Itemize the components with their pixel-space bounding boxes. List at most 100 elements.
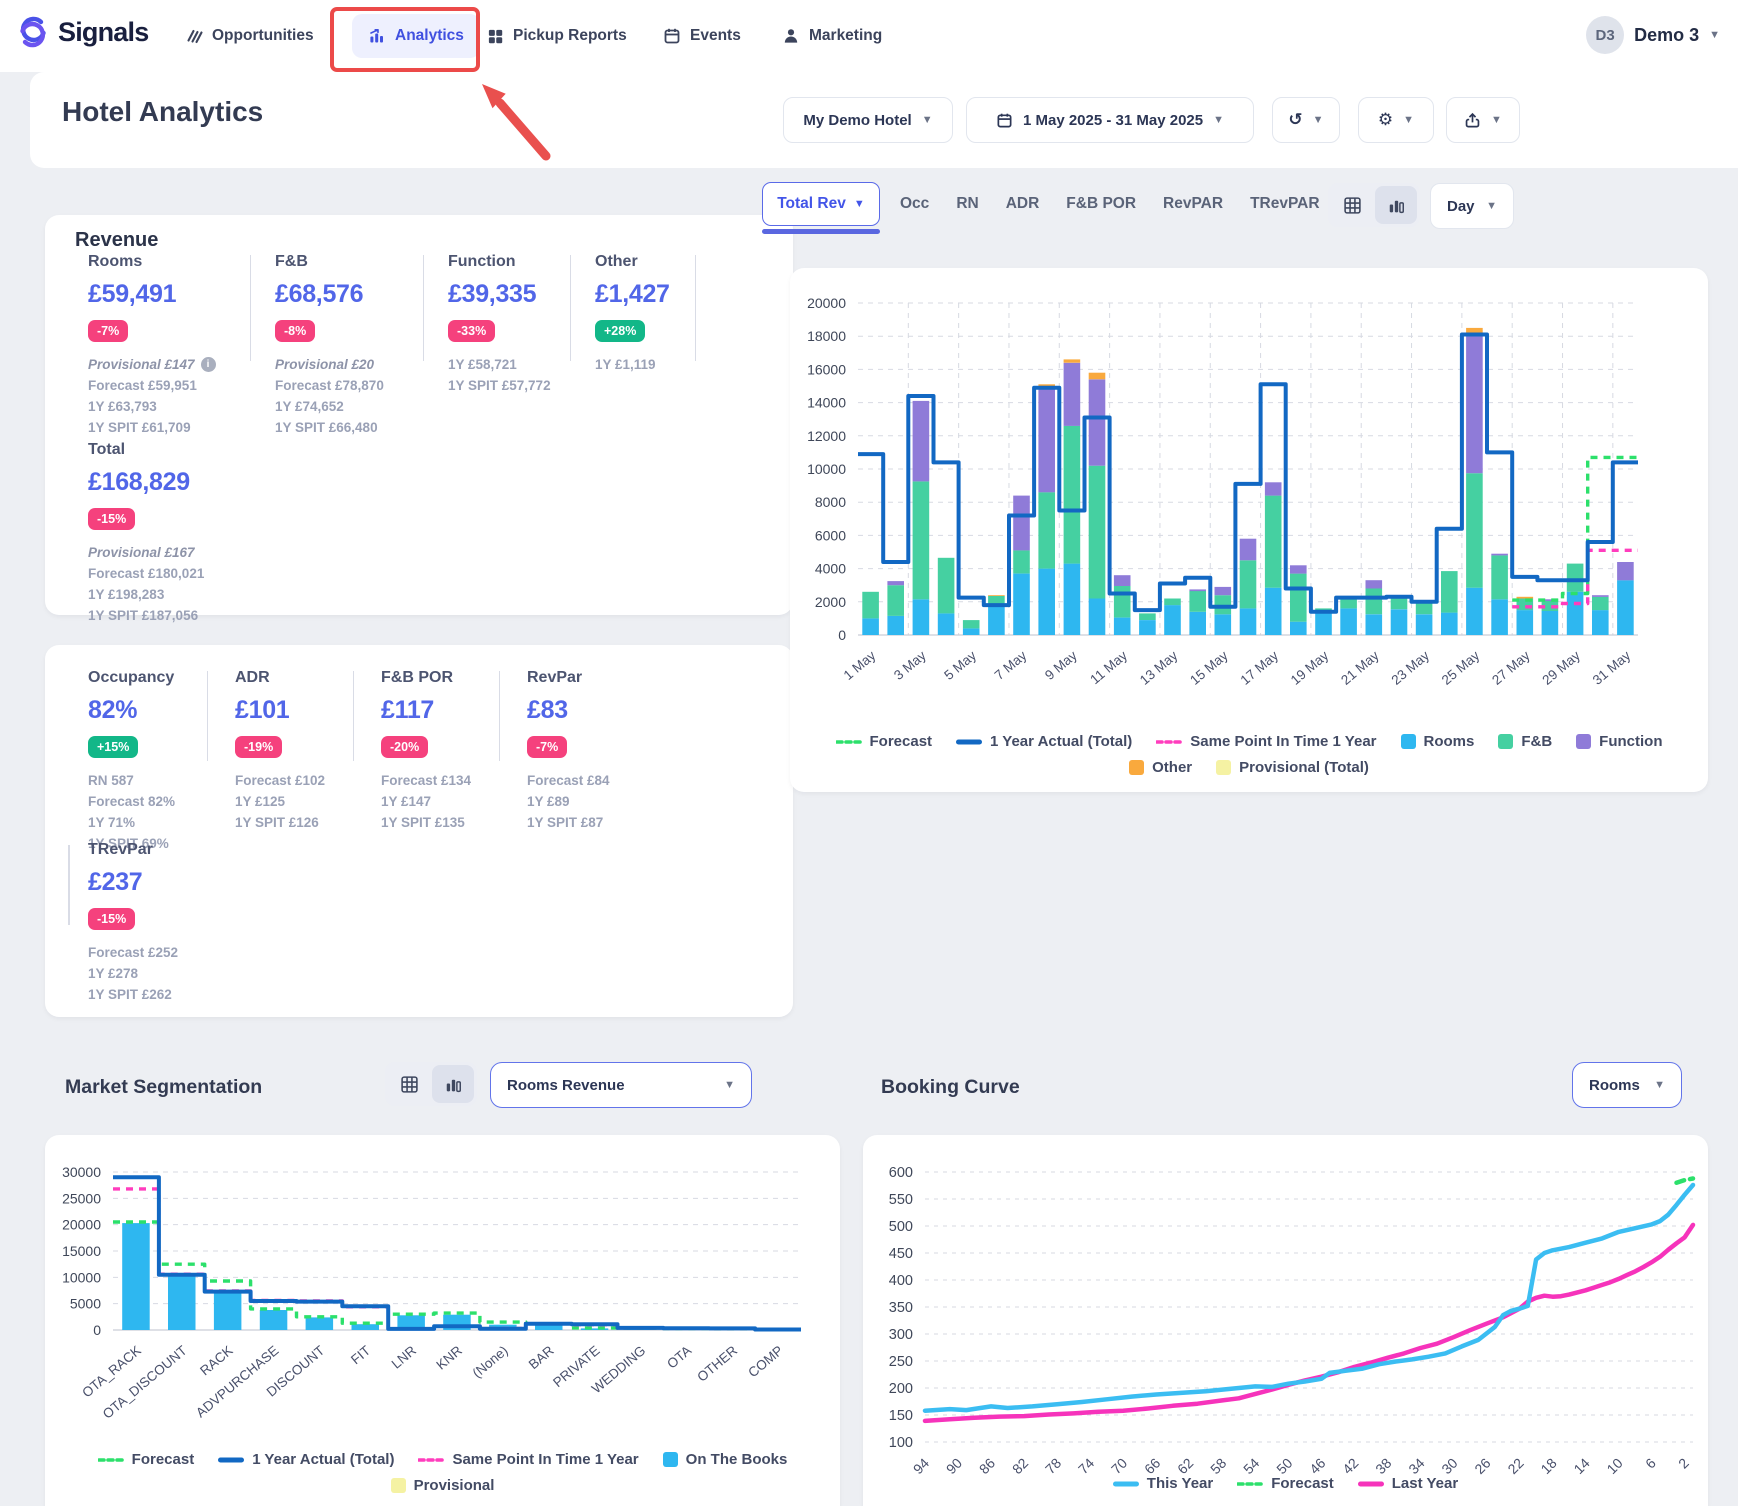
metric-subline-text: Provisional £147 [88,354,195,375]
metric-subline-text: 1Y £63,793 [88,396,157,417]
nav-item-events[interactable]: Events [663,14,741,58]
nav-item-opportunities[interactable]: Opportunities [185,14,314,58]
legend-label: 1 Year Actual (Total) [252,1451,394,1468]
nav-item-analytics[interactable]: Analytics [352,14,480,58]
svg-text:21 May: 21 May [1338,648,1382,688]
metric-value: £101 [235,696,381,725]
metric-value: £237 [88,868,388,897]
tab-f-b-por[interactable]: F&B POR [1066,195,1136,213]
legend-item-other[interactable]: Other [1129,759,1192,776]
legend-item-provisional-total[interactable]: Provisional (Total) [1216,759,1369,776]
metric-total: Total£168,829-15%Provisional £167Forecas… [88,441,388,626]
metric-subline-text: RN 587 [88,770,134,791]
svg-text:300: 300 [889,1327,913,1343]
date-range-label: 1 May 2025 - 31 May 2025 [1023,112,1203,129]
hotel-selector[interactable]: My Demo Hotel ▼ [783,97,953,143]
legend-swatch [1401,734,1416,749]
metric-subline: Forecast £252 [88,942,388,963]
legend-item-forecast[interactable]: Forecast [98,1451,195,1468]
bar-chart-icon [444,1075,463,1094]
metric-label: F&B [275,253,448,271]
metric-subline: 1Y SPIT £57,772 [448,375,595,396]
tab-adr[interactable]: ADR [1006,195,1040,213]
date-range-picker[interactable]: 1 May 2025 - 31 May 2025 ▼ [966,97,1254,143]
legend-item-last-year[interactable]: Last Year [1358,1475,1458,1492]
metric-subline: Provisional £147i [88,354,275,375]
legend-item-this-year[interactable]: This Year [1113,1475,1213,1492]
svg-text:16000: 16000 [807,361,846,377]
svg-text:90: 90 [943,1455,965,1477]
top-nav: Signals D3 Demo 3 ▼ Opportunities Analyti… [0,0,1738,72]
legend-item-function[interactable]: Function [1576,733,1662,750]
legend-item-provisional[interactable]: Provisional [391,1477,495,1494]
svg-text:9 May: 9 May [1042,648,1080,683]
chevron-down-icon: ▼ [1491,114,1502,126]
svg-text:0: 0 [93,1322,101,1338]
settings-button[interactable]: ⚙ ▼ [1358,97,1434,143]
legend-item-forecast[interactable]: Forecast [836,733,933,750]
legend-label: Provisional [414,1477,495,1494]
svg-text:RACK: RACK [197,1343,235,1379]
chart-view-button[interactable] [1375,186,1417,224]
metric-subline-text: 1Y £1,119 [595,354,656,375]
svg-text:13 May: 13 May [1137,648,1181,688]
metric-subline: Forecast £134 [381,770,527,791]
metric-rooms: Rooms£59,491-7%Provisional £147iForecast… [88,253,275,438]
main-chart-legend: Forecast 1 Year Actual (Total) Same Point … [790,733,1708,776]
metric-value: £68,576 [275,280,448,309]
tab-revpar[interactable]: RevPAR [1163,195,1223,213]
user-menu[interactable]: D3 Demo 3 ▼ [1586,16,1720,54]
svg-text:FIT: FIT [348,1343,373,1368]
tab-occ[interactable]: Occ [900,195,929,213]
legend-item-forecast[interactable]: Forecast [1237,1475,1334,1492]
legend-item-on-the-books[interactable]: On The Books [663,1451,788,1468]
nav-item-marketing[interactable]: Marketing [782,14,882,58]
metric-subline: Forecast £59,951 [88,375,275,396]
svg-text:26: 26 [1471,1455,1493,1477]
brand-name: Signals [58,17,148,48]
booking-metric-selector[interactable]: Rooms ▼ [1572,1062,1682,1108]
svg-text:18: 18 [1537,1455,1559,1477]
delta-badge: +28% [595,320,645,342]
svg-text:10000: 10000 [62,1269,101,1285]
svg-text:62: 62 [1174,1455,1196,1477]
metric-subline-text: 1Y £147 [381,791,431,812]
metric-adr: ADR£101-19%Forecast £1021Y £1251Y SPIT £… [235,669,381,854]
nav-item-pickup-reports[interactable]: Pickup Reports [487,14,627,58]
metric-subline-text: Forecast £59,951 [88,375,197,396]
period-selector[interactable]: Day ▼ [1430,183,1514,229]
brand-logo[interactable]: Signals [16,15,148,49]
legend-item-1-year-actual-total[interactable]: 1 Year Actual (Total) [218,1451,394,1468]
delta-badge: -7% [527,736,567,758]
total-rev-chart[interactable]: 0200040006000800010000120001400016000180… [790,268,1708,792]
metric-value: £168,829 [88,468,388,497]
legend-item-f-b[interactable]: F&B [1498,733,1552,750]
tab-trevpar[interactable]: TRevPAR [1250,195,1319,213]
legend-swatch [1129,760,1144,775]
legend-label: Provisional (Total) [1239,759,1369,776]
metric-value: £83 [527,696,677,725]
legend-item-rooms[interactable]: Rooms [1401,733,1475,750]
tab-rn[interactable]: RN [956,195,978,213]
legend-item-same-point-in-time-1-year[interactable]: Same Point In Time 1 Year [418,1451,638,1468]
table-view-button[interactable] [1331,186,1373,224]
legend-item-1-year-actual-total[interactable]: 1 Year Actual (Total) [956,733,1132,750]
history-button[interactable]: ↺ ▼ [1272,97,1340,143]
legend-swatch [1156,739,1182,745]
market-chart-view-button[interactable] [432,1065,474,1103]
metric-subline: 1Y 71% [88,812,235,833]
nav-item-label: Analytics [395,27,464,45]
market-table-view-button[interactable] [388,1065,430,1103]
share-button[interactable]: ▼ [1446,97,1520,143]
market-segmentation-title: Market Segmentation [65,1076,262,1099]
metric-f-b-por: F&B POR£117-20%Forecast £1341Y £1471Y SP… [381,669,527,854]
tab-total-rev[interactable]: Total Rev ▼ [762,182,880,226]
market-metric-selector[interactable]: Rooms Revenue ▼ [490,1062,752,1108]
svg-text:BAR: BAR [526,1343,557,1372]
market-metric-label: Rooms Revenue [507,1077,625,1094]
booking-curve-chart[interactable]: 1001502002503003504004505005506009490868… [863,1135,1708,1506]
metric-label: Occupancy [88,669,235,687]
legend-item-same-point-in-time-1-year[interactable]: Same Point In Time 1 Year [1156,733,1376,750]
metric-label: Function [448,253,595,271]
svg-text:2: 2 [1675,1455,1692,1472]
